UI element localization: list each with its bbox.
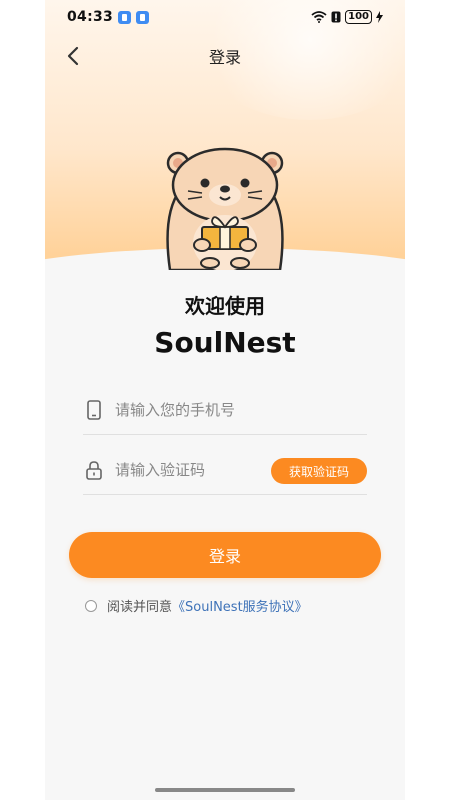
status-right: 100 <box>311 10 383 24</box>
phone-input[interactable] <box>113 400 287 420</box>
agreement-row: 阅读并同意 《SoulNest服务协议》 <box>85 596 308 615</box>
agreement-checkbox[interactable] <box>85 599 97 612</box>
phone-icon <box>83 400 105 420</box>
login-screen: 04:33 100 登录 欢迎使用 SoulNest 请输入您的手机号 请输入验… <box>45 0 405 800</box>
get-code-button[interactable]: 获取验证码 <box>270 458 367 484</box>
home-indicator[interactable] <box>155 788 295 792</box>
agreement-prefix: 阅读并同意 <box>107 600 173 615</box>
app-notification-icon <box>136 10 150 24</box>
agreement-link[interactable]: 《SoulNest服务协议》 <box>172 596 308 615</box>
battery-icon: 100 <box>345 10 372 24</box>
lock-icon <box>83 460 105 480</box>
welcome-text: 欢迎使用 <box>185 294 265 318</box>
app-name: SoulNest <box>154 326 296 359</box>
code-field: 获取验证码 <box>83 446 367 495</box>
code-input[interactable] <box>113 460 287 480</box>
wifi-icon <box>311 11 327 23</box>
status-left: 04:33 <box>67 9 150 25</box>
login-button[interactable]: 登录 <box>69 532 381 578</box>
charging-icon <box>376 11 383 23</box>
otter-mascot-icon <box>166 147 284 270</box>
page-title: 登录 <box>208 48 241 67</box>
status-bar: 04:33 100 <box>45 0 405 34</box>
phone-field <box>83 386 367 435</box>
nav-bar: 登录 <box>45 38 405 74</box>
status-time: 04:33 <box>67 9 114 25</box>
app-notification-icon <box>118 10 132 24</box>
alert-icon <box>331 11 341 23</box>
